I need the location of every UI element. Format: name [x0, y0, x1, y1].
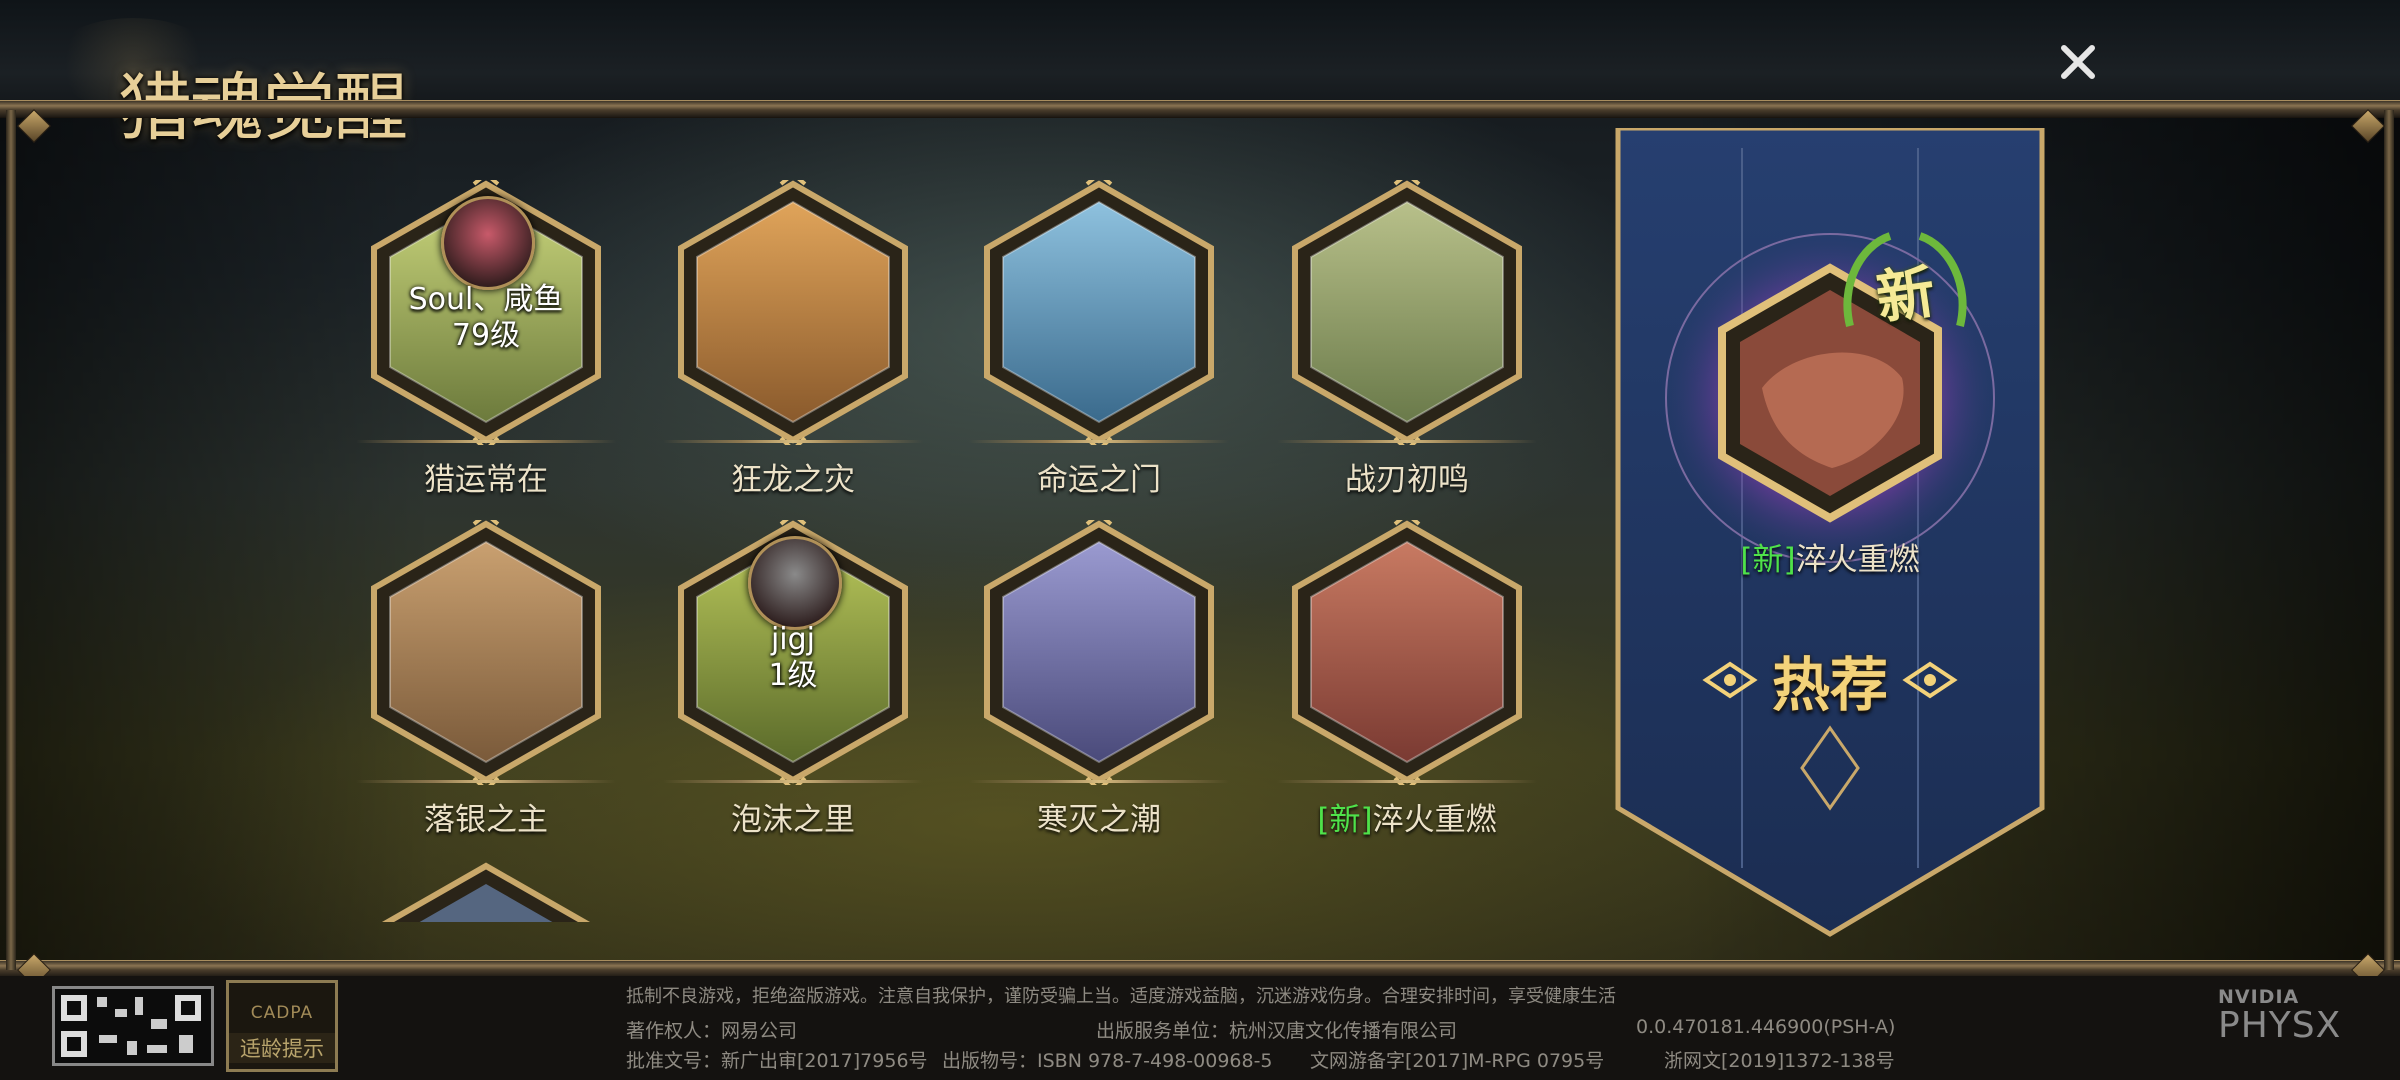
server-tile[interactable]: jigj 1级泡沫之里 — [663, 520, 923, 838]
server-tile[interactable]: 命运之门 — [969, 180, 1229, 498]
tile-label: 猎运常在 — [346, 454, 626, 499]
avatar — [748, 536, 842, 630]
tile-hex — [673, 180, 913, 445]
age-rating-badge[interactable]: CADPA 适龄提示 — [226, 980, 338, 1072]
culture-record-text: 文网游备字[2017]M-RPG 0795号 — [1310, 1050, 1605, 1072]
frame-right — [2384, 110, 2394, 970]
copyright-text: 著作权人：网易公司 — [626, 1020, 798, 1042]
new-tag: [新] — [1740, 542, 1796, 578]
tile-divider — [1277, 780, 1537, 783]
tile-label-text: 淬火重燃 — [1372, 802, 1497, 838]
tile-divider — [663, 440, 923, 443]
tile-hex — [1287, 520, 1527, 785]
banner-title: [新]淬火重燃 — [1640, 534, 2020, 579]
zhejiang-record-text: 浙网文[2019]1372-138号 — [1664, 1050, 1895, 1072]
server-tile[interactable]: Soul、咸鱼 79级猎运常在 — [356, 180, 616, 498]
tile-label: 狂龙之灾 — [653, 454, 933, 499]
tile-label-text: 命运之门 — [1037, 462, 1161, 498]
tile-divider — [969, 780, 1229, 783]
age-hint-label: 适龄提示 — [229, 1033, 335, 1063]
new-badge: 新 — [1830, 226, 1980, 336]
tile-label-text: 战刃初鸣 — [1345, 462, 1469, 498]
tile-hex — [1287, 180, 1527, 445]
tile-divider — [356, 780, 616, 783]
player-name: jigj — [770, 622, 816, 657]
server-tile[interactable]: 战刃初鸣 — [1277, 180, 1537, 498]
tile-label-text: 泡沫之里 — [731, 802, 855, 838]
banner-title-text: 淬火重燃 — [1795, 542, 1920, 578]
player-name: Soul、咸鱼 — [408, 282, 564, 317]
tile-label: 命运之门 — [959, 454, 1239, 499]
frame-left — [6, 110, 16, 970]
tile-divider — [1277, 440, 1537, 443]
tile-label: 寒灭之潮 — [959, 794, 1239, 839]
isbn-text: 出版物号：ISBN 978-7-498-00968-5 — [942, 1050, 1273, 1072]
close-icon — [2061, 45, 2095, 79]
avatar — [441, 196, 535, 290]
player-info: Soul、咸鱼 79级 — [366, 282, 606, 354]
tile-hex: jigj 1级 — [673, 520, 913, 785]
server-tile[interactable]: 寒灭之潮 — [969, 520, 1229, 838]
tile-divider — [356, 440, 616, 443]
ornament-left-icon — [1702, 661, 1758, 699]
new-tag: [新] — [1317, 802, 1373, 838]
publisher-text: 出版服务单位：杭州汉唐文化传播有限公司 — [1096, 1020, 1458, 1042]
new-badge-text: 新 — [1872, 257, 1940, 333]
partial-tile[interactable] — [366, 862, 606, 922]
tile-hex — [979, 180, 1219, 445]
recommend-label: 热荐 — [1700, 640, 1960, 720]
cadpa-label: CADPA — [250, 1003, 314, 1023]
frame-top — [0, 100, 2400, 118]
player-level: 79级 — [451, 318, 521, 353]
tile-divider — [969, 440, 1229, 443]
recommend-text: 热荐 — [1771, 651, 1888, 719]
tile-label: 落银之主 — [346, 794, 626, 839]
tile-label-text: 猎运常在 — [424, 462, 548, 498]
close-button[interactable] — [2050, 34, 2106, 90]
tile-label: [新]淬火重燃 — [1267, 794, 1547, 839]
version-text: 0.0.470181.446900(PSH-A) — [1636, 1016, 1896, 1038]
player-level: 1级 — [768, 658, 818, 693]
tile-hex — [366, 520, 606, 785]
approval-text: 批准文号：新广出审[2017]7956号 — [626, 1050, 928, 1072]
tile-divider — [663, 780, 923, 783]
physx-label: PHYSX — [2218, 1005, 2342, 1046]
server-tile[interactable]: [新]淬火重燃 — [1277, 520, 1537, 838]
tile-label-text: 落银之主 — [424, 802, 548, 838]
server-tile[interactable]: 狂龙之灾 — [663, 180, 923, 498]
tile-label: 泡沫之里 — [653, 794, 933, 839]
qr-code — [52, 986, 214, 1066]
physx-logo: NVIDIA PHYSX — [2218, 986, 2341, 1044]
tile-label-text: 寒灭之潮 — [1037, 802, 1161, 838]
ornament-right-icon — [1902, 661, 1958, 699]
tile-hex: Soul、咸鱼 79级 — [366, 180, 606, 445]
tile-label: 战刃初鸣 — [1267, 454, 1547, 499]
health-notice: 抵制不良游戏，拒绝盗版游戏。注意自我保护，谨防受骗上当。适度游戏益脑，沉迷游戏伤… — [626, 986, 1616, 1007]
tile-label-text: 狂龙之灾 — [731, 462, 855, 498]
player-info: jigj 1级 — [673, 622, 913, 694]
server-tile[interactable]: 落银之主 — [356, 520, 616, 838]
tile-hex — [979, 520, 1219, 785]
